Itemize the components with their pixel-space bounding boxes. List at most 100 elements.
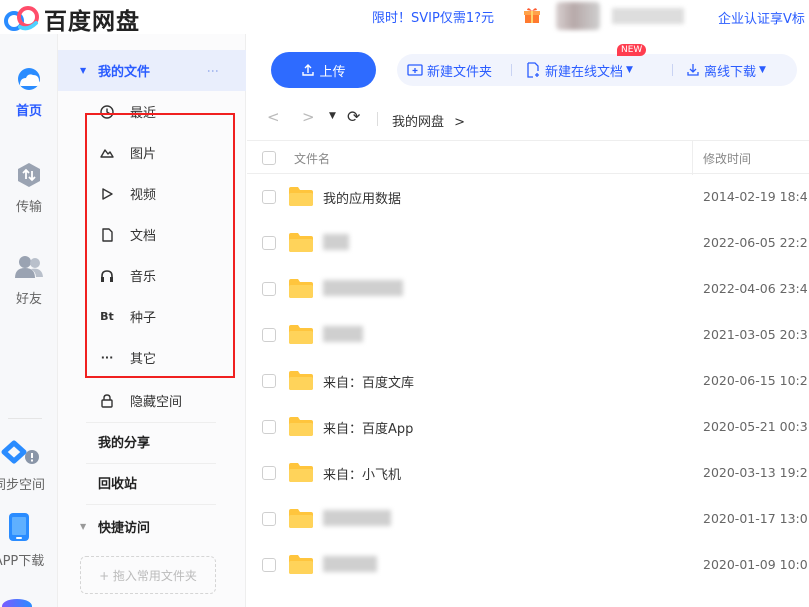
file-modified-date: 2020-05-21 00:3 xyxy=(703,419,808,434)
rail-item-app-download[interactable]: APP下载 xyxy=(0,512,48,569)
new-online-doc-button[interactable]: 新建在线文档 ▼ xyxy=(525,54,633,86)
caret-down-icon[interactable]: ▼ xyxy=(80,522,86,531)
select-all-checkbox[interactable] xyxy=(262,151,276,165)
toolbar-separator xyxy=(672,64,673,76)
sidebar-item-hidden-space[interactable]: 隐藏空间 xyxy=(58,380,246,421)
folder-icon xyxy=(289,509,313,528)
baidu-netdisk-logo-icon xyxy=(4,6,39,31)
quick-access-dropzone[interactable]: + 拖入常用文件夹 xyxy=(80,556,216,594)
sidebar-divider xyxy=(86,504,216,505)
rail-label-app-download: APP下载 xyxy=(0,554,45,569)
rail-label-sync-space: 同步空间 xyxy=(0,478,45,493)
row-checkbox[interactable] xyxy=(262,190,276,204)
file-name-blurred[interactable] xyxy=(323,510,391,526)
table-row[interactable]: 2020-01-17 13:0 xyxy=(247,496,809,542)
forward-arrow-icon[interactable]: > xyxy=(302,108,315,126)
table-header: 文件名 修改时间 xyxy=(247,140,809,175)
file-name-blurred[interactable] xyxy=(323,326,363,342)
row-checkbox[interactable] xyxy=(262,558,276,572)
rail-item-friends[interactable]: 好友 xyxy=(0,254,58,307)
file-name-blurred[interactable] xyxy=(323,280,403,296)
rail-label-home: 首页 xyxy=(15,104,42,119)
highlight-box xyxy=(85,113,235,378)
new-folder-icon xyxy=(407,64,423,76)
rail-label-transfer: 传输 xyxy=(15,200,42,215)
sidebar-label-hidden-space: 隐藏空间 xyxy=(130,395,183,410)
column-divider[interactable] xyxy=(692,141,693,175)
table-row[interactable]: 我的应用数据 2014-02-19 18:4 xyxy=(247,174,809,220)
app-logo[interactable]: 百度网盘 xyxy=(2,2,140,36)
file-name-blurred[interactable] xyxy=(323,556,377,572)
rail-item-sync-space[interactable]: 同步空间 xyxy=(0,440,48,493)
new-doc-icon xyxy=(527,62,539,78)
dropdown-arrow-icon[interactable]: ▼ xyxy=(759,65,766,75)
offline-download-label: 离线下载 xyxy=(704,64,757,80)
folder-icon xyxy=(289,325,313,344)
breadcrumb[interactable]: 我的网盘 > xyxy=(392,111,465,130)
column-header-modified[interactable]: 修改时间 xyxy=(703,150,751,167)
table-row[interactable]: 2020-01-09 10:0 xyxy=(247,542,809,588)
top-bar: 百度网盘 限时！SVIP仅需1?元 企业认证享V标 xyxy=(0,0,809,36)
app-title: 百度网盘 xyxy=(44,9,140,35)
file-modified-date: 2020-01-17 13:0 xyxy=(703,511,808,526)
username-blurred[interactable] xyxy=(612,8,684,24)
download-icon xyxy=(687,64,699,76)
sidebar-item-quick-access[interactable]: ▼ 快捷访问 xyxy=(58,506,246,547)
table-row[interactable]: 来自：小飞机 2020-03-13 19:2 xyxy=(247,450,809,496)
file-name[interactable]: 来自：小飞机 xyxy=(323,464,401,483)
more-rail-icon[interactable] xyxy=(2,599,32,607)
sidebar-label-recycle-bin: 回收站 xyxy=(98,477,138,492)
row-checkbox[interactable] xyxy=(262,282,276,296)
folder-icon xyxy=(289,233,313,252)
dropdown-arrow-icon[interactable]: ▼ xyxy=(626,65,633,75)
upload-button[interactable]: 上传 xyxy=(271,52,376,88)
svip-promo-link[interactable]: 限时！SVIP仅需1?元 xyxy=(372,7,494,26)
rail-label-friends: 好友 xyxy=(15,292,42,307)
history-dropdown-icon[interactable]: ▼ xyxy=(329,111,336,121)
file-name[interactable]: 来自：百度文库 xyxy=(323,372,414,391)
row-checkbox[interactable] xyxy=(262,466,276,480)
table-row[interactable]: 来自：百度文库 2020-06-15 10:2 xyxy=(247,358,809,404)
row-checkbox[interactable] xyxy=(262,328,276,342)
navigation-bar: < > ▼ ⟳ 我的网盘 > xyxy=(247,104,809,134)
folder-icon xyxy=(289,555,313,574)
avatar[interactable] xyxy=(556,2,600,30)
table-row[interactable]: 来自：百度App 2020-05-21 00:3 xyxy=(247,404,809,450)
refresh-icon[interactable]: ⟳ xyxy=(347,107,360,126)
sidebar-item-my-files[interactable]: ▼ 我的文件 ⋮ xyxy=(58,50,246,91)
enterprise-verify-link[interactable]: 企业认证享V标 xyxy=(718,8,805,27)
table-row[interactable]: 2022-06-05 22:2 xyxy=(247,220,809,266)
rail-item-transfer[interactable]: 传输 xyxy=(0,162,58,215)
row-checkbox[interactable] xyxy=(262,374,276,388)
sidebar-item-my-share[interactable]: 我的分享 xyxy=(58,421,246,462)
back-arrow-icon[interactable]: < xyxy=(267,108,280,126)
row-checkbox[interactable] xyxy=(262,420,276,434)
rail-item-home[interactable]: 首页 xyxy=(0,66,58,119)
phone-icon xyxy=(9,513,29,541)
file-name[interactable]: 来自：百度App xyxy=(323,418,413,437)
file-name-blurred[interactable] xyxy=(323,234,349,250)
toolbar-separator xyxy=(511,64,512,76)
upload-icon xyxy=(302,64,315,76)
caret-down-icon[interactable]: ▼ xyxy=(80,66,86,75)
column-header-name[interactable]: 文件名 xyxy=(294,150,330,167)
file-modified-date: 2021-03-05 20:3 xyxy=(703,327,808,342)
table-row[interactable]: 2022-04-06 23:4 xyxy=(247,266,809,312)
row-checkbox[interactable] xyxy=(262,512,276,526)
nav-separator xyxy=(377,112,378,126)
gift-icon[interactable] xyxy=(523,6,541,24)
new-folder-button[interactable]: 新建文件夹 xyxy=(407,54,492,86)
more-options-icon[interactable]: ⋮ xyxy=(206,65,220,76)
sidebar-item-recycle-bin[interactable]: 回收站 xyxy=(58,462,246,503)
lock-icon xyxy=(100,393,114,408)
file-modified-date: 2022-04-06 23:4 xyxy=(703,281,808,296)
breadcrumb-item-root[interactable]: 我的网盘 xyxy=(392,115,444,130)
sidebar-label-quick-access: 快捷访问 xyxy=(98,521,151,536)
folder-icon xyxy=(289,417,313,436)
left-rail: 首页 传输 好友 同步空间 APP下载 xyxy=(0,34,58,607)
offline-download-button[interactable]: 离线下载 ▼ xyxy=(686,54,766,86)
sidebar-label-my-files: 我的文件 xyxy=(98,65,151,80)
row-checkbox[interactable] xyxy=(262,236,276,250)
table-row[interactable]: 2021-03-05 20:3 xyxy=(247,312,809,358)
file-name[interactable]: 我的应用数据 xyxy=(323,188,401,207)
